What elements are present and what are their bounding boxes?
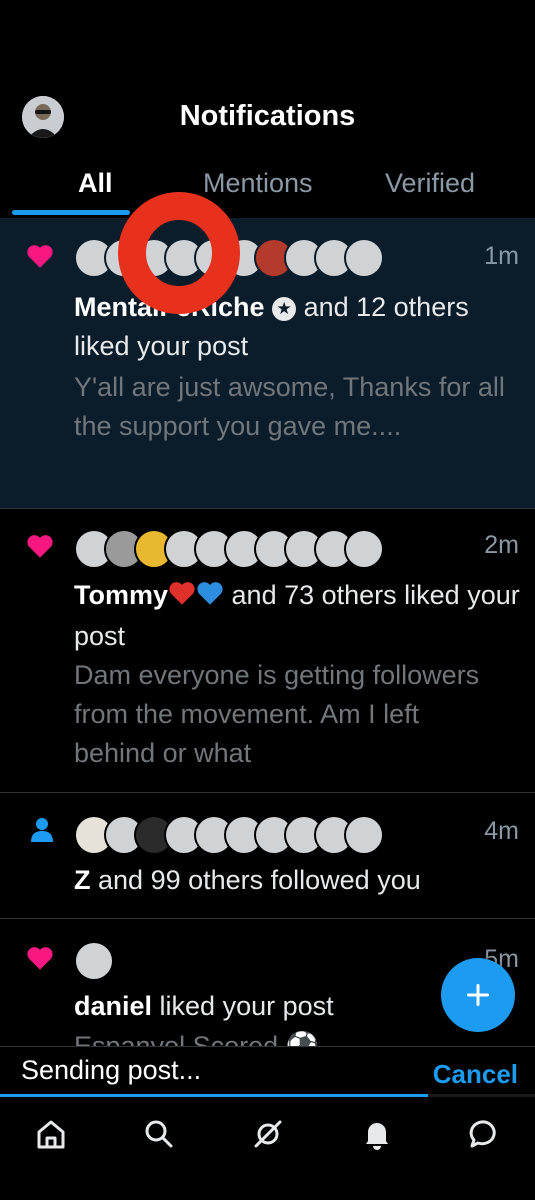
- notification-time: 2m: [484, 531, 519, 559]
- notification-item[interactable]: 4m Z and 99 others followed you: [0, 793, 535, 919]
- notification-user-name[interactable]: daniel: [74, 991, 152, 1021]
- notification-action: and 99 others followed you: [98, 865, 421, 895]
- notifications-bell-icon[interactable]: [360, 1117, 394, 1151]
- tab-bar: All Mentions Verified: [0, 160, 535, 218]
- top-header: Notifications All Mentions Verified: [0, 0, 535, 218]
- bottom-navigation: [0, 1097, 535, 1200]
- notification-item[interactable]: 2m Tommy and 73 others liked your post D…: [0, 509, 535, 793]
- post-snippet: Dam everyone is getting followers from t…: [74, 660, 480, 768]
- notification-time: 1m: [484, 242, 519, 270]
- notification-time: 4m: [484, 817, 519, 845]
- red-heart-emoji-icon: [168, 578, 196, 617]
- tab-mentions[interactable]: Mentions: [203, 168, 313, 199]
- cancel-upload-button[interactable]: Cancel: [433, 1059, 518, 1090]
- heart-icon: [26, 533, 54, 564]
- notification-action: liked your post: [159, 991, 334, 1021]
- compose-post-button[interactable]: [441, 958, 515, 1032]
- tab-verified[interactable]: Verified: [385, 168, 475, 199]
- avatar[interactable]: [344, 238, 384, 278]
- upload-status-text: Sending post...: [21, 1055, 202, 1085]
- search-icon[interactable]: [142, 1117, 176, 1151]
- grok-icon[interactable]: [251, 1117, 285, 1151]
- home-icon[interactable]: [34, 1117, 68, 1151]
- notification-user-name[interactable]: Tommy: [74, 580, 168, 610]
- notification-title: Tommy and 73 others liked your post: [74, 576, 521, 656]
- page-title: Notifications: [179, 100, 356, 132]
- active-tab-indicator: [12, 210, 130, 215]
- upload-status-bar: Sending post... Cancel: [0, 1046, 535, 1096]
- heart-icon: [26, 945, 54, 976]
- blue-heart-emoji-icon: [196, 578, 224, 617]
- tab-all[interactable]: All: [78, 168, 113, 199]
- avatar[interactable]: [344, 815, 384, 855]
- heart-icon: [26, 243, 54, 274]
- touch-indicator-ring: [118, 192, 240, 314]
- plus-icon: [467, 984, 489, 1006]
- avatar[interactable]: [344, 529, 384, 569]
- post-snippet: Y'all are just awsome, Thanks for all th…: [74, 372, 505, 441]
- notification-title: Z and 99 others followed you: [74, 861, 521, 900]
- star-badge-icon: ★: [272, 297, 297, 321]
- notification-item[interactable]: 1m MentalFeRiche ★ and 12 others liked y…: [0, 218, 535, 509]
- person-icon: [30, 817, 54, 848]
- messages-icon[interactable]: [468, 1117, 502, 1151]
- avatar[interactable]: [74, 941, 114, 981]
- notification-user-name[interactable]: Z: [74, 865, 91, 895]
